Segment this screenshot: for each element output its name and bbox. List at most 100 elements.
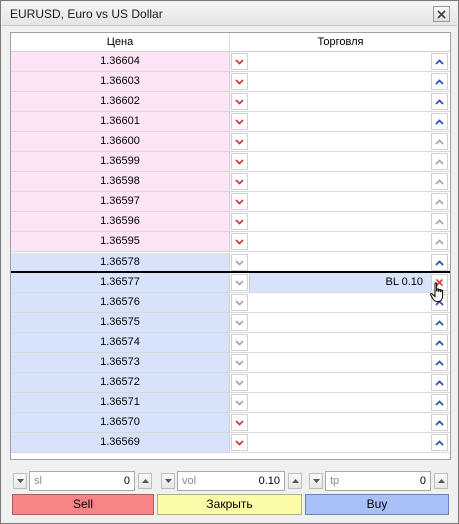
price-cell: 1.36600 [11, 132, 230, 151]
sell-limit-button[interactable] [231, 213, 248, 230]
buy-limit-button[interactable] [431, 254, 448, 271]
buy-limit-button[interactable] [431, 233, 448, 250]
buy-limit-button[interactable] [431, 314, 448, 331]
buy-limit-button[interactable] [431, 394, 448, 411]
buy-limit-button[interactable] [431, 414, 448, 431]
buy-limit-button[interactable] [431, 193, 448, 210]
trade-cell[interactable] [249, 373, 431, 392]
chevron-down-icon [235, 319, 244, 326]
trade-cell[interactable] [249, 293, 431, 312]
sell-limit-button[interactable] [231, 434, 248, 451]
sell-limit-button[interactable] [231, 53, 248, 70]
chevron-up-icon [435, 198, 444, 205]
chevron-up-icon [435, 339, 444, 346]
sell-limit-button[interactable] [231, 93, 248, 110]
sell-limit-button[interactable] [231, 233, 248, 250]
spread-divider [11, 271, 450, 273]
price-cell: 1.36570 [11, 413, 230, 432]
window-close-button[interactable] [433, 6, 450, 22]
trade-cell[interactable] [249, 72, 431, 91]
trade-cell[interactable] [249, 232, 431, 251]
price-cell: 1.36604 [11, 52, 230, 71]
sell-limit-button[interactable] [231, 133, 248, 150]
trade-cell[interactable] [249, 313, 431, 332]
trade-cell[interactable] [249, 152, 431, 171]
buy-limit-button[interactable] [431, 113, 448, 130]
trade-cell[interactable] [249, 413, 431, 432]
vol-increment[interactable] [288, 473, 302, 489]
price-cell: 1.36603 [11, 72, 230, 91]
sell-button[interactable]: Sell [12, 494, 154, 515]
triangle-down-icon [16, 479, 24, 483]
chevron-down-icon [235, 419, 244, 426]
sell-limit-button[interactable] [231, 334, 248, 351]
sell-limit-button[interactable] [231, 294, 248, 311]
sell-limit-button[interactable] [231, 374, 248, 391]
buy-limit-button[interactable] [431, 173, 448, 190]
sell-limit-button[interactable] [231, 274, 248, 291]
trade-cell[interactable] [249, 212, 431, 231]
chevron-down-icon [235, 299, 244, 306]
buy-limit-button[interactable] [431, 213, 448, 230]
sl-decrement[interactable] [13, 473, 27, 489]
bid-row: 1.36576 [11, 293, 450, 313]
sell-limit-button[interactable] [231, 193, 248, 210]
bid-row: 1.36574 [11, 333, 450, 353]
price-cell: 1.36599 [11, 152, 230, 171]
sell-limit-button[interactable] [231, 73, 248, 90]
bid-row: 1.36573 [11, 353, 450, 373]
buy-limit-button[interactable] [431, 294, 448, 311]
sell-limit-button[interactable] [231, 394, 248, 411]
price-cell: 1.36596 [11, 212, 230, 231]
sell-limit-button[interactable] [231, 414, 248, 431]
chevron-up-icon [435, 78, 444, 85]
sell-limit-button[interactable] [231, 153, 248, 170]
tp-input[interactable]: tp 0 [325, 471, 431, 491]
cancel-order-button[interactable] [431, 274, 448, 291]
sl-increment[interactable] [138, 473, 152, 489]
chevron-down-icon [235, 238, 244, 245]
sl-input[interactable]: sl 0 [29, 471, 135, 491]
buy-limit-button[interactable] [431, 73, 448, 90]
trade-cell[interactable] [249, 92, 431, 111]
table-header: Цена Торговля [11, 33, 450, 52]
ask-row: 1.36596 [11, 212, 450, 232]
sell-limit-button[interactable] [231, 254, 248, 271]
trade-cell[interactable] [249, 433, 431, 452]
buy-limit-button[interactable] [431, 434, 448, 451]
buy-limit-button[interactable] [431, 374, 448, 391]
tp-increment[interactable] [434, 473, 448, 489]
chevron-down-icon [235, 198, 244, 205]
close-icon [436, 279, 443, 286]
buy-limit-button[interactable] [431, 133, 448, 150]
depth-of-market-table: Цена Торговля 1.36604 1.36603 1.36602 1.366… [10, 32, 451, 460]
tp-decrement[interactable] [309, 473, 323, 489]
sell-limit-button[interactable] [231, 113, 248, 130]
trade-cell[interactable] [249, 112, 431, 131]
trade-cell[interactable] [249, 353, 431, 372]
chevron-down-icon [235, 259, 244, 266]
buy-limit-button[interactable] [431, 53, 448, 70]
ask-row: 1.36603 [11, 72, 450, 92]
trade-cell[interactable] [249, 132, 431, 151]
buy-limit-button[interactable] [431, 354, 448, 371]
trade-cell[interactable] [249, 52, 431, 71]
sell-limit-button[interactable] [231, 173, 248, 190]
buy-limit-button[interactable] [431, 93, 448, 110]
sell-limit-button[interactable] [231, 314, 248, 331]
vol-decrement[interactable] [161, 473, 175, 489]
trade-cell[interactable] [249, 333, 431, 352]
pending-order-cell[interactable]: BL 0.10 [249, 273, 431, 292]
vol-input[interactable]: vol 0.10 [177, 471, 285, 491]
trade-cell[interactable] [249, 253, 431, 272]
ask-row: 1.36600 [11, 132, 450, 152]
buy-button[interactable]: Buy [305, 494, 449, 515]
buy-limit-button[interactable] [431, 153, 448, 170]
buy-limit-button[interactable] [431, 334, 448, 351]
trade-cell[interactable] [249, 192, 431, 211]
trade-cell[interactable] [249, 172, 431, 191]
trade-cell[interactable] [249, 393, 431, 412]
sell-limit-button[interactable] [231, 354, 248, 371]
chevron-up-icon [435, 158, 444, 165]
close-position-button[interactable]: Закрыть [157, 494, 302, 515]
